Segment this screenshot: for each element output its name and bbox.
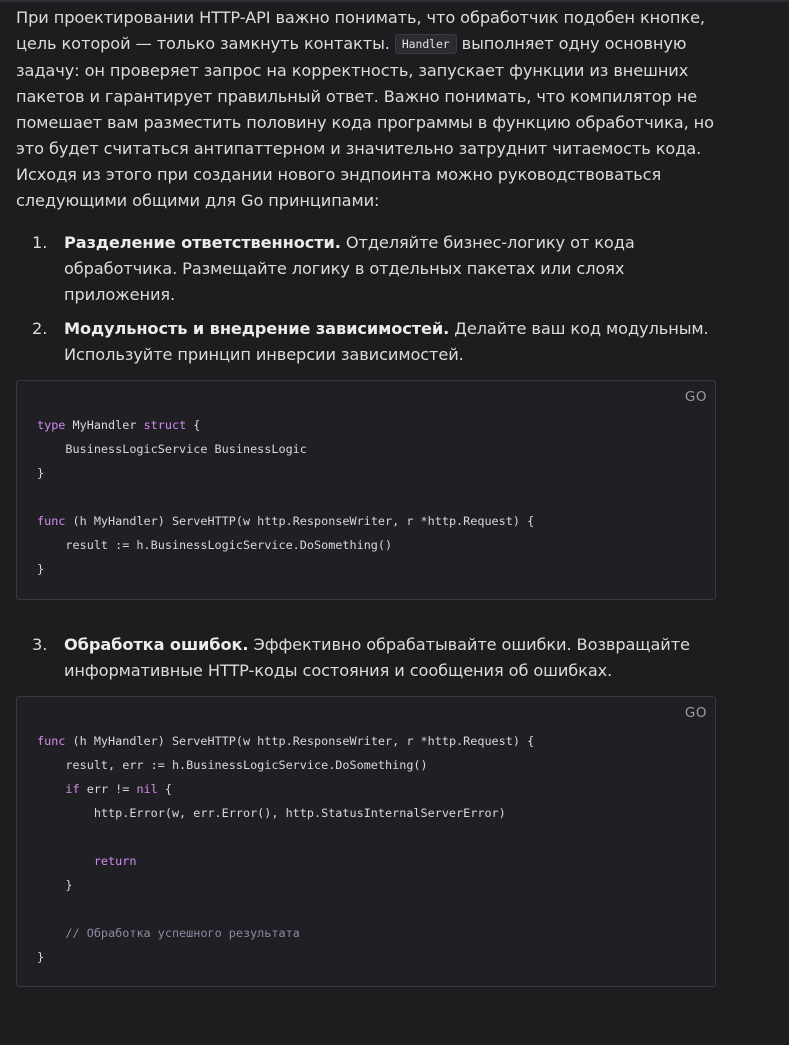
code-line: if err != nil { (37, 777, 534, 801)
code-token: (h MyHandler) ServeHTTP(w http.ResponseW… (65, 734, 535, 748)
principles-list: 1. Разделение ответственности. Отделяйте… (16, 230, 716, 368)
intro-paragraph: При проектировании HTTP-API важно понима… (16, 5, 716, 162)
code-token: result, err := h.BusinessLogicService.Do… (37, 758, 428, 772)
code-keyword: func (37, 734, 66, 748)
code-content[interactable]: type MyHandler struct { BusinessLogicSer… (37, 413, 534, 581)
list-item-number: 1. (32, 233, 48, 252)
code-line: BusinessLogicService BusinessLogic (37, 437, 534, 461)
code-language-label: GO (684, 705, 707, 721)
code-keyword: return (93, 854, 137, 868)
list-item: 2. Модульность и внедрение зависимостей.… (16, 316, 716, 368)
code-line: } (37, 557, 534, 581)
code-line: result, err := h.BusinessLogicService.Do… (37, 753, 534, 777)
list-item-title: Разделение ответственности. (64, 233, 341, 252)
code-comment: // Обработка успешного результата (65, 926, 300, 940)
code-token: } (37, 950, 45, 964)
code-line: type MyHandler struct { (37, 413, 534, 437)
list-item-number: 3. (32, 635, 48, 654)
top-divider (0, 0, 789, 2)
code-line: func (h MyHandler) ServeHTTP(w http.Resp… (37, 729, 534, 753)
list-item-title: Модульность и внедрение зависимостей. (64, 319, 450, 338)
code-line: result := h.BusinessLogicService.DoSomet… (37, 533, 534, 557)
code-block-1[interactable]: GO type MyHandler struct { BusinessLogic… (16, 380, 716, 600)
code-content[interactable]: func (h MyHandler) ServeHTTP(w http.Resp… (37, 729, 534, 969)
code-keyword: struct (143, 418, 187, 432)
list-item-number: 2. (32, 319, 48, 338)
code-line: } (37, 945, 534, 969)
code-token: err != (79, 782, 137, 796)
code-token: BusinessLogicService BusinessLogic (37, 442, 307, 456)
code-keyword: nil (136, 782, 158, 796)
code-token: } (37, 562, 45, 576)
code-line: return (37, 849, 534, 873)
code-keyword: if (65, 782, 80, 796)
code-token: http.Error(w, err.Error(), http.StatusIn… (37, 806, 506, 820)
principles-list-continued: 3. Обработка ошибок. Эффективно обрабаты… (16, 632, 716, 684)
list-item: 1. Разделение ответственности. Отделяйте… (16, 230, 716, 308)
code-keyword: type (37, 418, 66, 432)
inline-code-handler: Handler (394, 34, 457, 54)
code-token: MyHandler (65, 418, 144, 432)
code-token: { (186, 418, 201, 432)
code-keyword: func (37, 514, 66, 528)
principles-intro-paragraph: Исходя из этого при создании нового эндп… (16, 165, 662, 210)
code-line: // Обработка успешного результата (37, 921, 534, 945)
code-line: func (h MyHandler) ServeHTTP(w http.Resp… (37, 509, 534, 533)
code-line: } (37, 461, 534, 485)
code-line: } (37, 873, 534, 897)
code-token: result := h.BusinessLogicService.DoSomet… (37, 538, 393, 552)
code-token: } (37, 878, 73, 892)
code-token: (h MyHandler) ServeHTTP(w http.ResponseW… (65, 514, 535, 528)
article-content: При проектировании HTTP-API важно понима… (16, 5, 716, 987)
list-item-title: Обработка ошибок. (64, 635, 249, 654)
code-token: } (37, 466, 45, 480)
code-token: { (157, 782, 172, 796)
code-block-2[interactable]: GO func (h MyHandler) ServeHTTP(w http.R… (16, 696, 716, 987)
list-item: 3. Обработка ошибок. Эффективно обрабаты… (16, 632, 716, 684)
code-language-label: GO (684, 389, 707, 405)
code-line: http.Error(w, err.Error(), http.StatusIn… (37, 801, 534, 825)
